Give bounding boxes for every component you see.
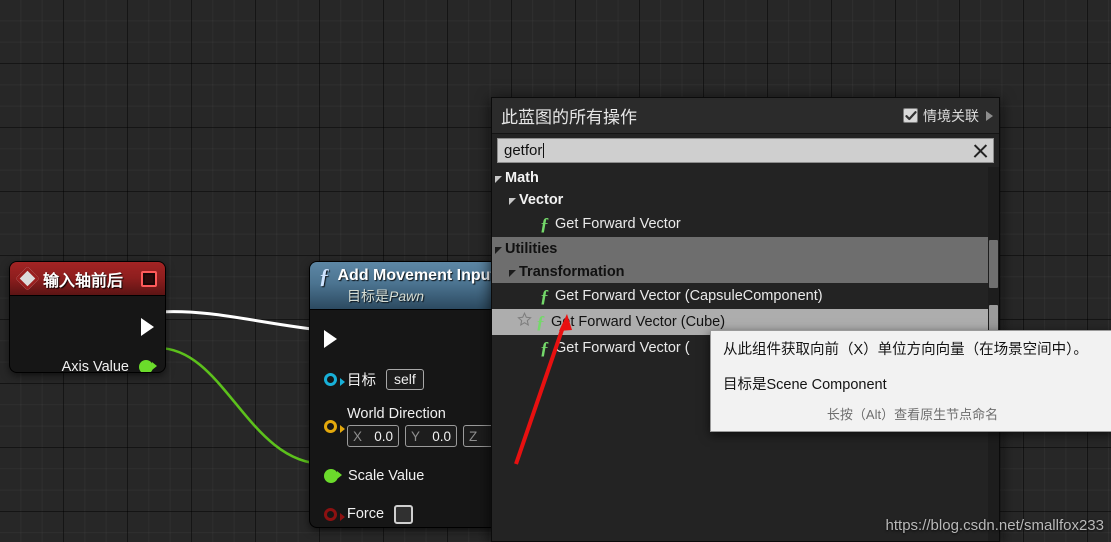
chevron-down-icon[interactable] [495,176,502,183]
search-input-text: getfor [504,142,543,159]
chevron-down-icon[interactable] [509,269,516,277]
scale-value-pin-icon[interactable] [324,469,342,483]
exec-out-pin-icon[interactable] [141,318,154,336]
list-item-label: Get Forward Vector ( [555,340,690,356]
search-input-value: getfor [504,142,972,159]
node-input-axis-title: 输入轴前后 [43,272,124,290]
pin-row-scale-value[interactable]: Scale Value [310,463,500,489]
axis-value-pin-icon[interactable] [139,360,157,372]
axis-label-x: X [353,428,363,444]
close-icon[interactable] [972,143,988,159]
list-item[interactable]: ƒ Get Forward Vector (CapsuleComponent) [492,283,999,309]
pin-row-force[interactable]: Force [310,501,500,527]
checkmark-icon [904,110,917,120]
context-sensitive-label: 情境关联 [923,107,979,124]
node-add-movement-input[interactable]: ƒ Add Movement Input 目标是Pawn 目标 self Wor… [310,262,500,527]
event-diamond-icon [15,266,40,291]
world-direction-label: World Direction [347,406,446,422]
context-sensitive-group[interactable]: 情境关联 [903,106,993,126]
world-direction-fields: X 0.0 Y 0.0 Z [347,425,500,447]
world-direction-pin-icon[interactable] [324,420,345,433]
chevron-right-icon[interactable] [986,110,993,121]
favorite-star-icon[interactable] [517,311,532,332]
list-category-transformation[interactable]: Transformation [492,260,999,283]
tooltip-hint: 长按（Alt）查看原生节点命名 [826,407,999,423]
tooltip-target: 目标是Scene Component [723,377,887,394]
force-checkbox[interactable] [394,504,414,524]
force-pin-icon[interactable] [324,507,345,521]
pin-row-axis-value[interactable]: Axis Value [10,354,165,372]
list-category-label: Vector [519,192,564,208]
tooltip-description: 从此组件获取向前（X）单位方向向量（在场景空间中）。 [723,342,1088,358]
list-category-vector[interactable]: Vector [492,189,999,211]
search-input[interactable]: getfor [497,138,994,163]
target-self-value[interactable]: self [386,368,424,390]
target-label: 目标 [347,372,376,389]
stop-icon[interactable] [141,270,157,287]
axis-label-z: Z [469,428,478,444]
function-fx-icon: ƒ [319,263,330,288]
chevron-down-icon[interactable] [495,246,502,254]
axis-label-y: Y [411,428,421,444]
scale-value-label: Scale Value [348,468,425,484]
node-input-axis-body: Axis Value [10,296,165,372]
node-subtitle-prefix: 目标是 [347,288,389,304]
function-fx-icon: ƒ [540,337,549,358]
list-item[interactable]: ƒ Get Forward Vector [492,211,999,237]
search-wrapper: getfor [492,134,999,167]
axis-value-y: 0.0 [432,428,451,444]
node-input-axis[interactable]: 输入轴前后 Axis Value [10,262,165,372]
axis-value-label: Axis Value [61,359,129,372]
node-input-axis-titlebar[interactable]: 输入轴前后 [10,262,165,296]
action-menu-panel[interactable]: 此蓝图的所有操作 情境关联 getfor Math Vector ƒ Get F… [491,97,1000,542]
node-add-movement-title: Add Movement Input [337,267,496,284]
node-add-movement-body: 目标 self World Direction X 0.0 Y 0.0 Z Sc… [310,310,500,527]
tooltip: 从此组件获取向前（X）单位方向向量（在场景空间中）。 目标是Scene Comp… [710,330,1111,433]
pin-row-exec-in[interactable] [310,326,500,352]
function-fx-icon: ƒ [540,213,549,234]
node-add-movement-titlebar[interactable]: ƒ Add Movement Input 目标是Pawn [310,262,500,310]
pin-row-target[interactable]: 目标 self [310,366,500,392]
list-category-label: Transformation [519,263,625,280]
pin-row-world-direction[interactable]: World Direction X 0.0 Y 0.0 Z [310,406,500,447]
list-item-label: Get Forward Vector [555,216,681,232]
function-fx-icon: ƒ [540,285,549,306]
list-category-label: Utilities [505,240,558,257]
list-category-utilities[interactable]: Utilities [492,237,999,260]
list-category-math[interactable]: Math [492,167,999,189]
axis-value-x: 0.0 [374,428,393,444]
action-menu-title: 此蓝图的所有操作 [501,108,637,127]
list-item-label: Get Forward Vector (Cube) [551,314,726,330]
node-subtitle-target: Pawn [389,288,425,304]
scrollbar-thumb-upper[interactable] [989,240,998,288]
text-caret [543,143,545,158]
force-label: Force [347,506,385,522]
target-pin-icon[interactable] [324,372,345,386]
function-fx-icon: ƒ [536,311,545,332]
world-direction-x-field[interactable]: X 0.0 [347,425,399,447]
pin-row-exec-out[interactable] [10,314,165,340]
exec-in-pin-icon[interactable] [324,330,337,348]
list-category-label: Math [505,170,539,186]
action-menu-header: 此蓝图的所有操作 情境关联 [492,98,999,134]
watermark-text: https://blog.csdn.net/smallfox233 [885,517,1104,534]
chevron-down-icon[interactable] [509,198,516,205]
node-add-movement-subtitle: 目标是Pawn [347,286,490,306]
list-item-label: Get Forward Vector (CapsuleComponent) [555,288,823,304]
context-sensitive-checkbox[interactable] [903,108,918,123]
world-direction-y-field[interactable]: Y 0.0 [405,425,457,447]
